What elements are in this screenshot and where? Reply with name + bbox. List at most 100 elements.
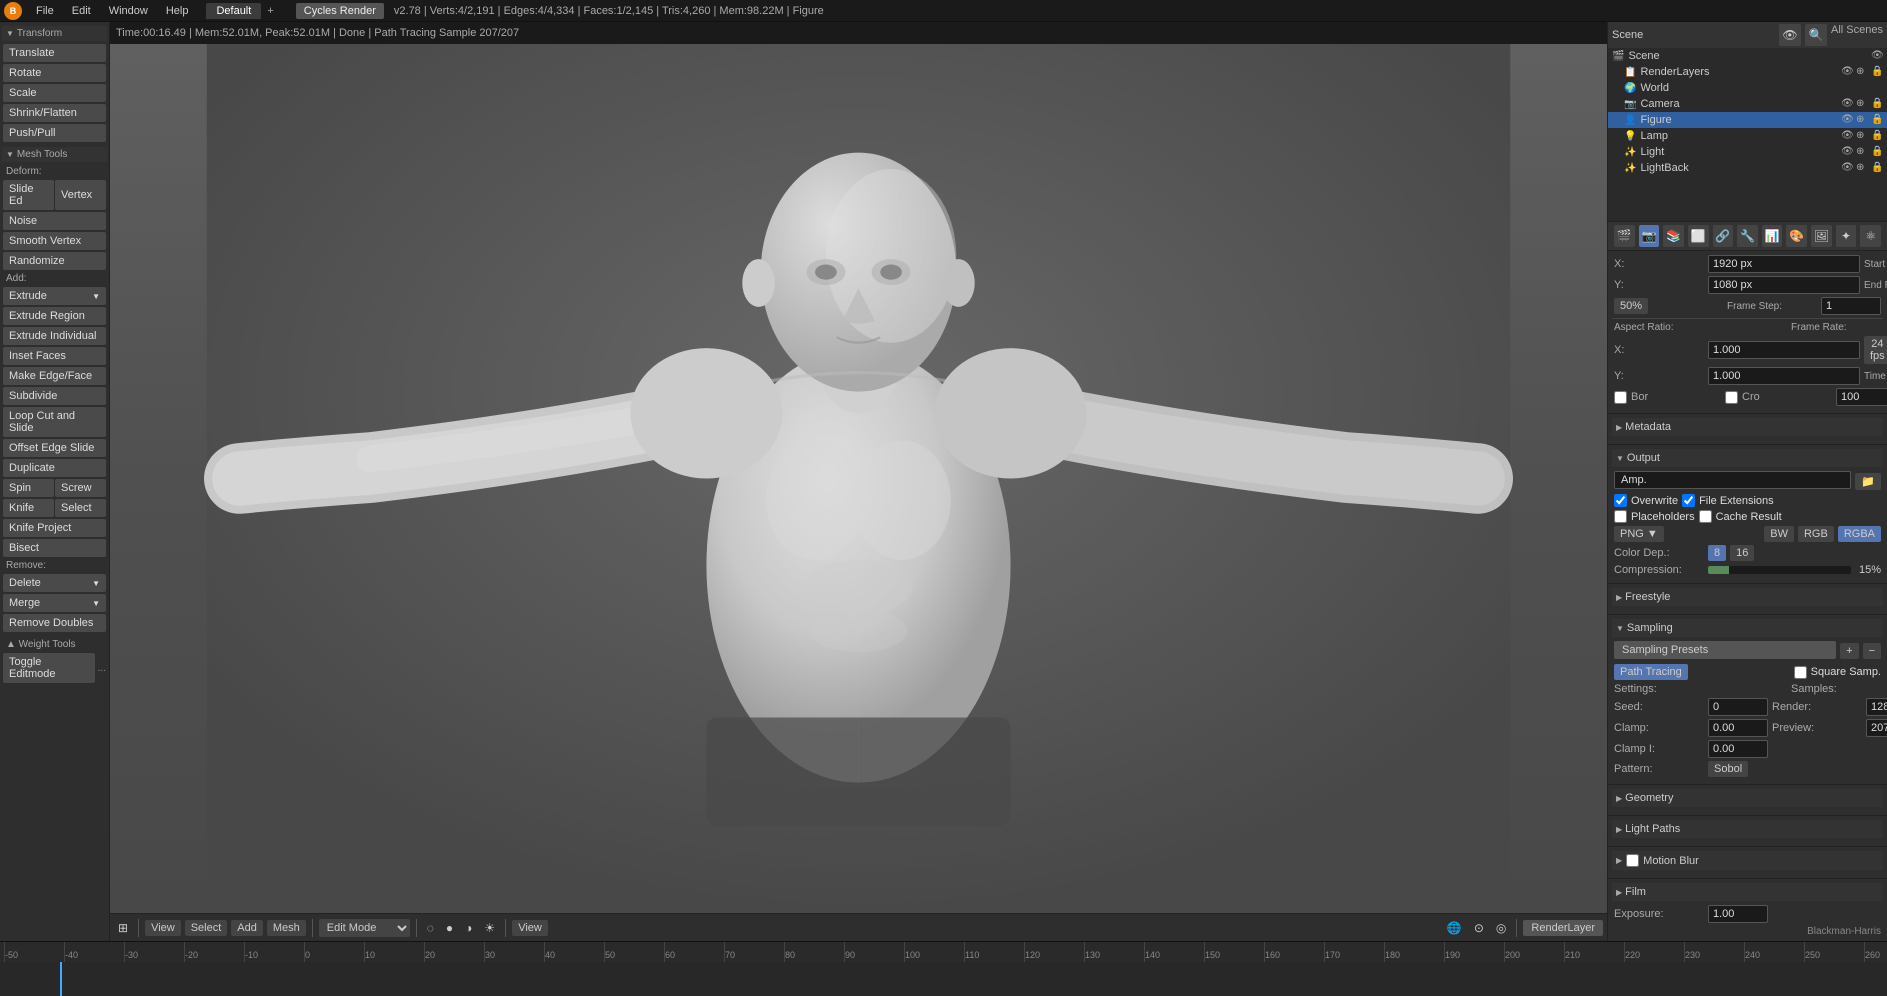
footer-view-btn[interactable]: View (145, 920, 181, 936)
push-pull-btn[interactable]: Push/Pull (3, 124, 106, 142)
fig-eye-icon[interactable]: 👁 (1841, 114, 1853, 126)
sampling-presets-btn[interactable]: Sampling Presets (1614, 641, 1836, 659)
fps-btn[interactable]: 24 fps (1864, 336, 1887, 364)
file-ext-checkbox[interactable] (1682, 494, 1695, 507)
viewport-type-btn[interactable]: ⊞ (114, 919, 132, 937)
material-btn[interactable]: ◑ (461, 919, 476, 937)
frame-step-input[interactable] (1821, 297, 1881, 315)
timeline-body[interactable] (0, 962, 1887, 996)
outliner-item-figure[interactable]: 👤 Figure 👁 ⊕ 🔒 (1608, 112, 1887, 128)
outliner-item-lightback[interactable]: ✨ LightBack 👁 ⊕ 🔒 (1608, 160, 1887, 176)
knife-project-btn[interactable]: Knife Project (3, 519, 106, 537)
render-engine[interactable]: Cycles Render (296, 3, 384, 19)
motion-blur-title[interactable]: Motion Blur (1612, 851, 1883, 870)
rotate-btn[interactable]: Rotate (3, 64, 106, 82)
prop-data-btn[interactable]: 📊 (1762, 225, 1783, 247)
prop-modifier-btn[interactable]: 🔧 (1737, 225, 1758, 247)
rgba-btn[interactable]: RGBA (1838, 526, 1881, 542)
time-remap-old[interactable] (1836, 388, 1887, 406)
magnet-btn[interactable]: ⊙ (1470, 919, 1488, 937)
fig-cursor-icon[interactable]: ⊕ (1856, 114, 1868, 126)
prop-object-btn[interactable]: ⬜ (1688, 225, 1709, 247)
randomize-btn[interactable]: Randomize (3, 252, 106, 270)
extrude-btn[interactable]: Extrude (3, 287, 106, 305)
outliner-item-lamp[interactable]: 💡 Lamp 👁 ⊕ 🔒 (1608, 128, 1887, 144)
offset-edge-btn[interactable]: Offset Edge Slide (3, 439, 106, 457)
scene-eye-icon[interactable]: 👁 (1871, 50, 1883, 62)
resolution-y-input[interactable] (1708, 276, 1860, 294)
scale-btn[interactable]: Scale (3, 84, 106, 102)
light-lock-icon[interactable]: 🔒 (1871, 146, 1883, 158)
footer-mesh-btn[interactable]: Mesh (267, 920, 306, 936)
light-cursor-icon[interactable]: ⊕ (1856, 146, 1868, 158)
format-btn[interactable]: PNG ▼ (1614, 526, 1664, 542)
cam-lock-icon[interactable]: 🔒 (1871, 98, 1883, 110)
lamp-cursor-icon[interactable]: ⊕ (1856, 130, 1868, 142)
seed-input[interactable] (1708, 698, 1768, 716)
make-edge-face-btn[interactable]: Make Edge/Face (3, 367, 106, 385)
footer-view-btn2[interactable]: View (512, 920, 548, 936)
depth-8-btn[interactable]: 8 (1708, 545, 1726, 561)
metadata-title[interactable]: Metadata (1612, 418, 1883, 436)
outliner-search-btn[interactable]: 🔍 (1805, 24, 1827, 46)
lb-lock-icon[interactable]: 🔒 (1871, 162, 1883, 174)
remove-preset-btn[interactable]: − (1863, 643, 1881, 659)
prop-physics-btn[interactable]: ⚛ (1860, 225, 1881, 247)
cro-checkbox[interactable] (1725, 391, 1738, 404)
preview-input[interactable] (1866, 719, 1887, 737)
menu-edit[interactable]: Edit (64, 3, 99, 19)
clamp-i-input[interactable] (1708, 740, 1768, 758)
rl-lock-icon[interactable]: 🔒 (1871, 66, 1883, 78)
merge-btn[interactable]: Merge (3, 594, 106, 612)
extrude-region-btn[interactable]: Extrude Region (3, 307, 106, 325)
freestyle-title[interactable]: Freestyle (1612, 588, 1883, 606)
wireframe-btn[interactable]: ◌ (423, 919, 438, 937)
light-paths-title[interactable]: Light Paths (1612, 820, 1883, 838)
shrink-flatten-btn[interactable]: Shrink/Flatten (3, 104, 106, 122)
mode-select[interactable]: Edit Mode Object Mode (319, 919, 410, 937)
sampling-title[interactable]: Sampling (1612, 619, 1883, 637)
slide-ed-btn[interactable]: Slide Ed (3, 180, 54, 210)
output-title[interactable]: Output (1612, 449, 1883, 467)
prop-scene-btn[interactable]: 🎬 (1614, 225, 1635, 247)
placeholders-checkbox[interactable] (1614, 510, 1627, 523)
toggle-editmode-btn[interactable]: Toggle Editmode (3, 653, 95, 683)
subdivide-btn[interactable]: Subdivide (3, 387, 106, 405)
menu-help[interactable]: Help (158, 3, 197, 19)
knife-btn[interactable]: Knife (3, 499, 54, 517)
depth-16-btn[interactable]: 16 (1730, 545, 1754, 561)
screw-btn[interactable]: Screw (55, 479, 106, 497)
resolution-x-input[interactable] (1708, 255, 1860, 273)
square-samp-checkbox[interactable] (1794, 666, 1807, 679)
footer-add-btn[interactable]: Add (231, 920, 263, 936)
cache-checkbox[interactable] (1699, 510, 1712, 523)
noise-btn[interactable]: Noise (3, 212, 106, 230)
outliner-item-renderlayers[interactable]: 📋 RenderLayers 👁 ⊕ 🔒 (1608, 64, 1887, 80)
global-btn[interactable]: 🌐 (1443, 919, 1466, 937)
rendered-btn[interactable]: ☀ (480, 919, 499, 937)
render-samp-input[interactable] (1866, 698, 1887, 716)
film-title[interactable]: Film (1612, 883, 1883, 901)
outliner-item-light[interactable]: ✨ Light 👁 ⊕ 🔒 (1608, 144, 1887, 160)
smooth-vertex-btn[interactable]: Smooth Vertex (3, 232, 106, 250)
path-tracing-btn[interactable]: Path Tracing (1614, 664, 1688, 680)
aspect-x-input[interactable] (1708, 341, 1860, 359)
menu-window[interactable]: Window (101, 3, 156, 19)
vertex-btn[interactable]: Vertex (55, 180, 106, 210)
rl-eye-icon[interactable]: 👁 (1841, 66, 1853, 78)
output-browse-btn[interactable]: 📁 (1855, 473, 1881, 490)
remove-doubles-btn[interactable]: Remove Doubles (3, 614, 106, 632)
loop-cut-btn[interactable]: Loop Cut and Slide (3, 407, 106, 437)
outliner-item-camera[interactable]: 📷 Camera 👁 ⊕ 🔒 (1608, 96, 1887, 112)
bw-btn[interactable]: BW (1764, 526, 1794, 542)
spin-btn[interactable]: Spin (3, 479, 54, 497)
outliner-item-world[interactable]: 🌍 World (1608, 80, 1887, 96)
lamp-eye-icon[interactable]: 👁 (1841, 130, 1853, 142)
lamp-lock-icon[interactable]: 🔒 (1871, 130, 1883, 142)
prop-layers-btn[interactable]: 📚 (1663, 225, 1684, 247)
viewport-canvas[interactable] (110, 44, 1607, 913)
inset-faces-btn[interactable]: Inset Faces (3, 347, 106, 365)
pattern-btn[interactable]: Sobol (1708, 761, 1748, 777)
outliner-view-btn[interactable]: 👁 (1779, 24, 1801, 46)
duplicate-btn[interactable]: Duplicate (3, 459, 106, 477)
